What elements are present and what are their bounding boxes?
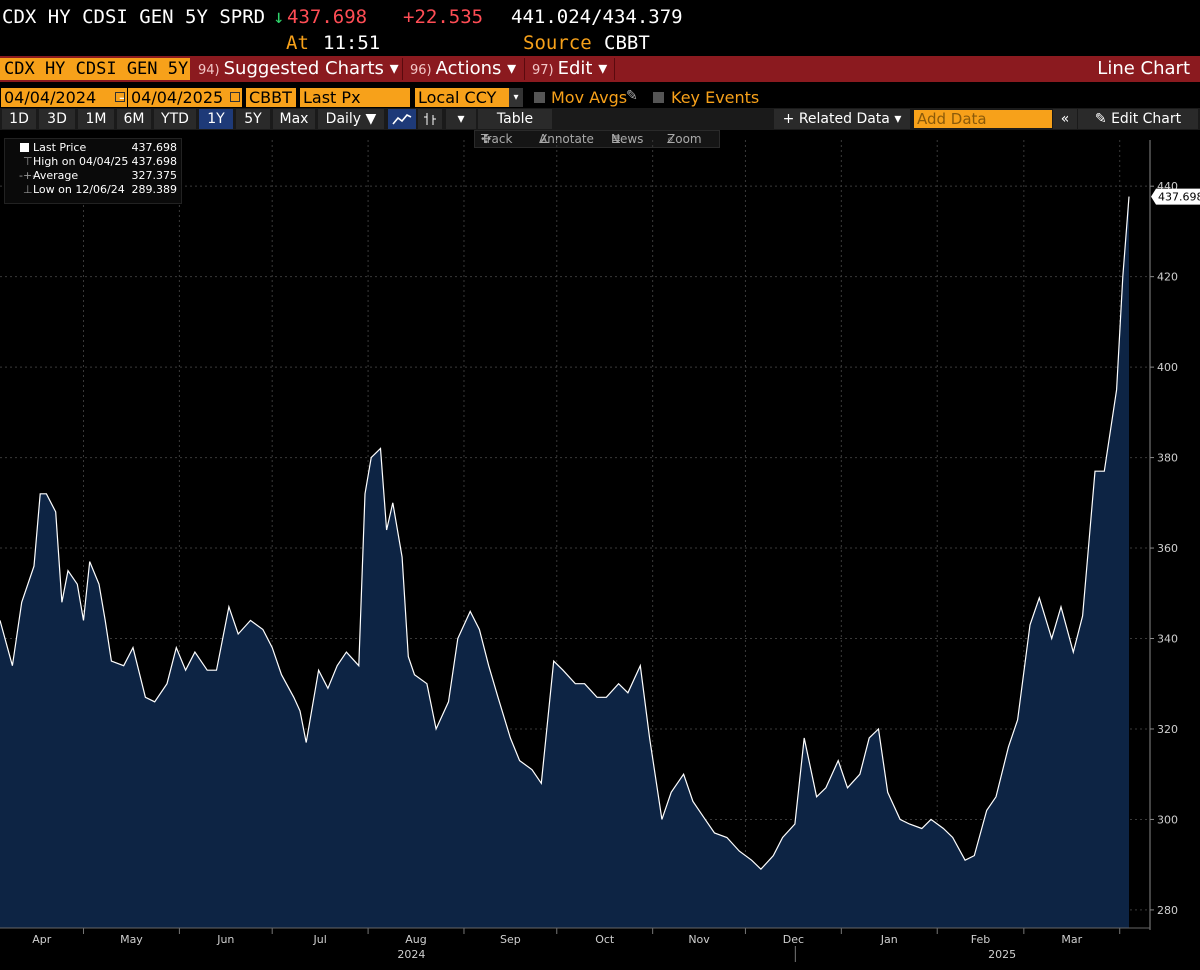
y-tick-label: 300 [1157,813,1178,826]
legend-last: Last Price 437.698 [5,141,181,155]
x-year-label: 2025 [988,948,1016,961]
chart-legend: Last Price 437.698 ⊤ High on 04/04/25 43… [4,138,182,204]
x-tick-label: Jun [216,933,234,946]
y-tick-label: 420 [1157,271,1178,284]
high-marker-icon: ⊤ [23,155,33,168]
y-tick-label: 400 [1157,361,1178,374]
x-tick-label: Oct [595,933,615,946]
x-tick-label: Sep [500,933,521,946]
series-area [0,196,1129,929]
x-tick-label: Jan [880,933,898,946]
legend-average: -+- Average 327.375 [19,169,177,182]
x-tick-label: May [120,933,143,946]
x-tick-label: Dec [783,933,804,946]
y-tick-label: 320 [1157,723,1178,736]
y-tick-label: 280 [1157,904,1178,917]
low-marker-icon: ⊥ [23,183,33,196]
legend-low: ⊥ Low on 12/06/24 289.389 [23,183,177,196]
y-tick-label: 360 [1157,542,1178,555]
series-swatch [20,143,29,152]
x-tick-label: Apr [32,933,52,946]
x-tick-label: Feb [971,933,990,946]
legend-high: ⊤ High on 04/04/25 437.698 [23,155,177,168]
y-axis: 280300320340360380400420440 [1149,140,1178,930]
x-axis: Apr May Jun Jul Aug Sep Oct Nov Dec Jan Feb Mar 2024… [0,927,1150,962]
last-value-badge: 437.698 [1151,188,1200,205]
x-tick-label: Jul [313,933,327,946]
x-tick-label: Nov [688,933,710,946]
x-tick-label: Aug [405,933,426,946]
y-tick-label: 340 [1157,633,1178,646]
x-year-label: 2024 [397,948,425,961]
last-value-label: 437.698 [1158,191,1200,204]
x-tick-label: Mar [1061,933,1082,946]
y-tick-label: 380 [1157,452,1178,465]
